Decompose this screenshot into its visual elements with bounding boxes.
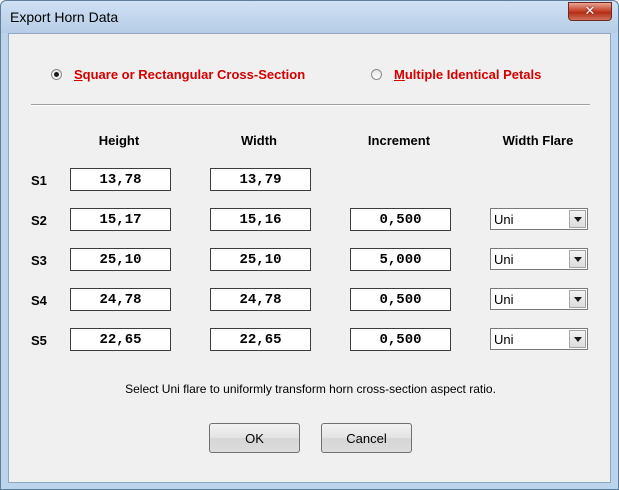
height-field-s4[interactable]: 24,78 (70, 288, 171, 311)
increment-field-s2[interactable]: 0,500 (350, 208, 451, 231)
hint-text: Select Uni flare to uniformly transform … (125, 382, 496, 396)
radio-selected-icon[interactable] (51, 68, 62, 80)
chevron-down-icon[interactable] (569, 210, 586, 228)
width-flare-select-s5[interactable]: Uni (490, 328, 588, 350)
ok-button[interactable]: OK (209, 423, 300, 453)
row-label-s3: S3 (31, 253, 47, 268)
separator (31, 104, 590, 106)
chevron-down-icon[interactable] (569, 250, 586, 268)
dialog-client-area: Square or Rectangular Cross-Section Mult… (8, 33, 611, 483)
radio-unselected-icon[interactable] (371, 68, 382, 80)
radio-square-rectangular-label[interactable]: Square or Rectangular Cross-Section (74, 67, 305, 82)
width-field-s2[interactable]: 15,16 (210, 208, 311, 231)
height-field-s5[interactable]: 22,65 (70, 328, 171, 351)
width-flare-value-s4: Uni (494, 292, 514, 307)
height-field-s3[interactable]: 25,10 (70, 248, 171, 271)
column-header-increment: Increment (367, 133, 431, 148)
close-icon: ✕ (584, 4, 596, 19)
width-flare-select-s3[interactable]: Uni (490, 248, 588, 270)
radio-multiple-petals-label[interactable]: Multiple Identical Petals (394, 67, 541, 82)
width-field-s3[interactable]: 25,10 (210, 248, 311, 271)
radio-square-rectangular[interactable]: Square or Rectangular Cross-Section (51, 64, 305, 84)
chevron-down-icon[interactable] (569, 330, 586, 348)
height-field-s2[interactable]: 15,17 (70, 208, 171, 231)
radio-multiple-petals[interactable]: Multiple Identical Petals (371, 64, 541, 84)
row-label-s1: S1 (31, 173, 47, 188)
row-label-s4: S4 (31, 293, 47, 308)
row-label-s2: S2 (31, 213, 47, 228)
width-flare-value-s2: Uni (494, 212, 514, 227)
width-flare-value-s3: Uni (494, 252, 514, 267)
width-flare-select-s2[interactable]: Uni (490, 208, 588, 230)
window-title: Export Horn Data (10, 9, 119, 25)
width-field-s5[interactable]: 22,65 (210, 328, 311, 351)
column-header-width-flare: Width Flare (502, 133, 574, 148)
cancel-button[interactable]: Cancel (321, 423, 412, 453)
height-field-s1[interactable]: 13,78 (70, 168, 171, 191)
increment-field-s5[interactable]: 0,500 (350, 328, 451, 351)
column-header-width: Width (241, 133, 277, 148)
width-flare-value-s5: Uni (494, 332, 514, 347)
export-horn-data-dialog: Export Horn Data ✕ Square or Rectangular… (0, 0, 619, 490)
increment-field-s3[interactable]: 5,000 (350, 248, 451, 271)
width-field-s4[interactable]: 24,78 (210, 288, 311, 311)
row-label-s5: S5 (31, 333, 47, 348)
column-header-height: Height (98, 133, 140, 148)
close-button[interactable]: ✕ (568, 2, 612, 21)
increment-field-s4[interactable]: 0,500 (350, 288, 451, 311)
chevron-down-icon[interactable] (569, 290, 586, 308)
title-bar[interactable]: Export Horn Data ✕ (1, 1, 618, 33)
width-field-s1[interactable]: 13,79 (210, 168, 311, 191)
width-flare-select-s4[interactable]: Uni (490, 288, 588, 310)
